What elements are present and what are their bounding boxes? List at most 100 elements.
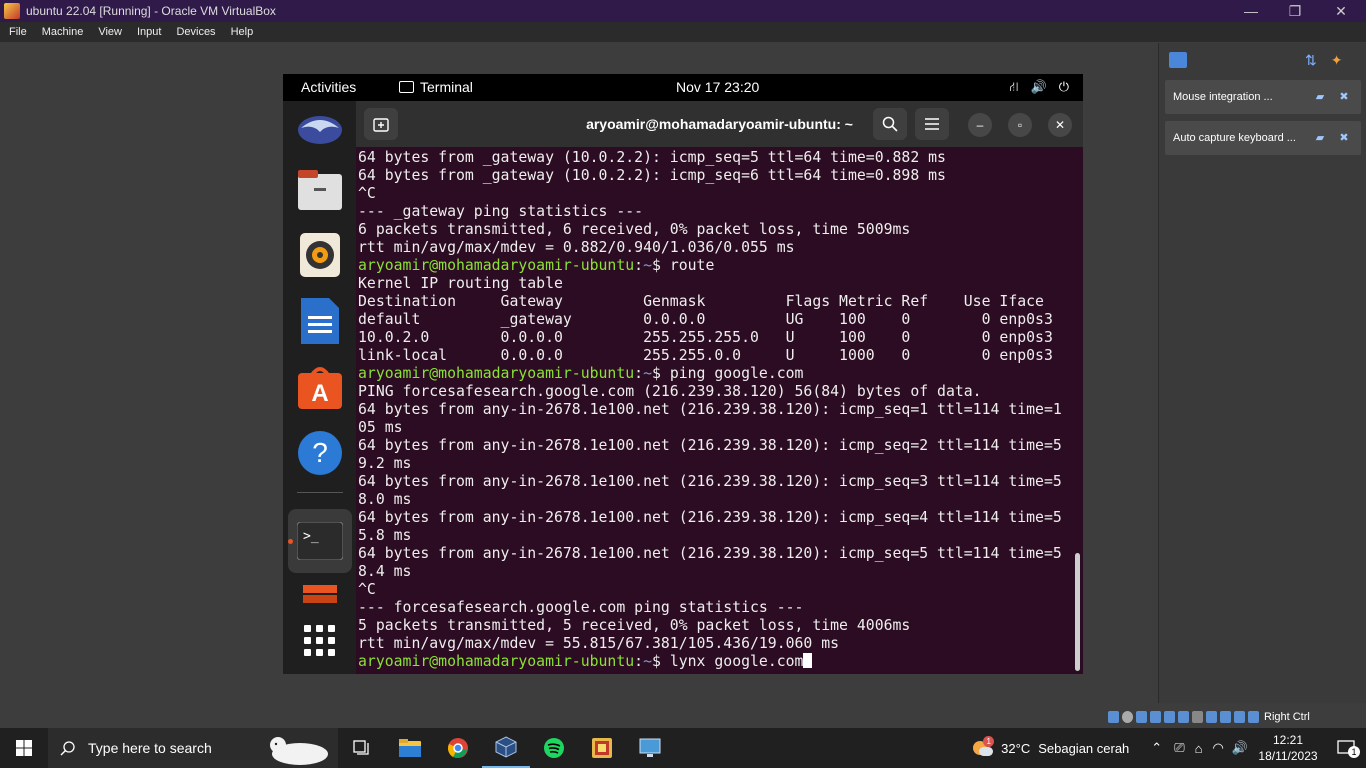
prompt-dir: ~ bbox=[643, 257, 653, 274]
shared-folders-icon[interactable] bbox=[1178, 711, 1189, 723]
usb-icon[interactable] bbox=[1164, 711, 1175, 723]
keyboard-icon[interactable] bbox=[1248, 711, 1259, 723]
close-icon[interactable]: ✖ bbox=[1337, 90, 1351, 103]
terminal-headerbar: aryoamir@mohamadaryoamir-ubuntu: ~ – ▫ ✕ bbox=[356, 101, 1083, 147]
display-icon[interactable] bbox=[1192, 711, 1203, 723]
app-menu[interactable]: Terminal bbox=[399, 79, 473, 95]
help-icon[interactable]: ? bbox=[296, 429, 344, 477]
hard-disk-icon[interactable] bbox=[1108, 711, 1119, 723]
chrome-button[interactable] bbox=[434, 728, 482, 768]
vm-screen[interactable]: Activities Terminal Nov 17 23:20 ⛙ 🔊 ⏻ A bbox=[283, 74, 1083, 674]
terminal-output[interactable]: 64 bytes from _gateway (10.0.2.2): icmp_… bbox=[358, 149, 1070, 674]
keep-icon[interactable]: ▰ bbox=[1313, 131, 1327, 144]
menu-input[interactable]: Input bbox=[131, 26, 167, 38]
command-text: $ lynx google.com bbox=[652, 653, 804, 670]
search-icon bbox=[882, 116, 898, 132]
search-button[interactable] bbox=[873, 108, 907, 140]
weather-badge: 1 bbox=[983, 736, 995, 747]
notifications-button[interactable]: 1 bbox=[1326, 740, 1366, 758]
terminal-icon bbox=[399, 81, 414, 93]
notifications-icon[interactable] bbox=[1169, 52, 1187, 68]
virtualbox-button[interactable] bbox=[482, 728, 530, 768]
network-icon: ⛙ bbox=[1009, 79, 1019, 94]
clock[interactable]: Nov 17 23:20 bbox=[676, 79, 759, 95]
optical-drive-icon[interactable] bbox=[1122, 711, 1133, 723]
minimize-button[interactable]: — bbox=[1228, 0, 1274, 22]
polar-bear-icon bbox=[270, 737, 328, 765]
system-tray[interactable]: ⛙ 🔊 ⏻ bbox=[1009, 79, 1069, 97]
weather-widget[interactable]: 1 32°C Sebagian cerah bbox=[971, 736, 1129, 758]
taskbar-search[interactable]: Type here to search bbox=[48, 728, 338, 768]
notification-mouse-integration[interactable]: Mouse integration ... ▰ ✖ bbox=[1165, 80, 1361, 114]
sort-icon[interactable]: ⇅ bbox=[1305, 52, 1317, 69]
chevron-up-icon[interactable]: ⌃ bbox=[1151, 740, 1162, 756]
notification-center: ⇅ ✦ Mouse integration ... ▰ ✖ Auto captu… bbox=[1158, 43, 1366, 703]
cpu-icon[interactable] bbox=[1220, 711, 1231, 723]
terminal-line: --- _gateway ping statistics --- bbox=[358, 203, 644, 220]
app-center-icon[interactable]: A bbox=[296, 363, 344, 411]
weather-icon: 1 bbox=[971, 736, 995, 758]
wifi-icon[interactable]: ◠ bbox=[1212, 740, 1223, 756]
window-title: ubuntu 22.04 [Running] - Oracle VM Virtu… bbox=[26, 4, 276, 18]
recording-icon[interactable] bbox=[1206, 711, 1217, 723]
notification-keyboard-capture[interactable]: Auto capture keyboard ... ▰ ✖ bbox=[1165, 121, 1361, 155]
terminal-minimize-button[interactable]: – bbox=[968, 113, 992, 137]
volume-icon[interactable]: 🔊 bbox=[1232, 740, 1248, 756]
notification-label: Auto capture keyboard ... bbox=[1173, 132, 1296, 144]
network-icon[interactable]: ⌂ bbox=[1195, 741, 1203, 756]
prompt-colon: : bbox=[634, 365, 644, 382]
network-icon[interactable] bbox=[1150, 711, 1161, 723]
virtualbox-manager-button[interactable] bbox=[578, 728, 626, 768]
virtualbox-menubar: File Machine View Input Devices Help bbox=[0, 22, 1366, 42]
task-view-icon bbox=[353, 740, 369, 755]
file-explorer-button[interactable] bbox=[386, 728, 434, 768]
audio-icon[interactable] bbox=[1136, 711, 1147, 723]
thunderbird-icon[interactable] bbox=[296, 105, 344, 153]
dock: A ? >_ bbox=[283, 101, 356, 674]
host-key-label: Right Ctrl bbox=[1264, 711, 1310, 723]
mouse-icon[interactable] bbox=[1234, 711, 1245, 723]
terminal-line: 9.2 ms bbox=[358, 455, 412, 472]
terminal-line: rtt min/avg/max/mdev = 55.815/67.381/105… bbox=[358, 635, 840, 652]
files-icon[interactable] bbox=[296, 166, 344, 214]
meet-now-icon[interactable]: ⎚ bbox=[1174, 740, 1184, 756]
terminal-maximize-button[interactable]: ▫ bbox=[1008, 113, 1032, 137]
terminal-line: default _gateway 0.0.0.0 UG 100 0 0 enp0… bbox=[358, 311, 1053, 328]
terminal-window[interactable]: aryoamir@mohamadaryoamir-ubuntu: ~ – ▫ ✕… bbox=[356, 101, 1083, 674]
terminal-line: 64 bytes from any-in-2678.1e100.net (216… bbox=[358, 545, 1062, 562]
dock-separator bbox=[297, 492, 343, 493]
terminal-scrollbar[interactable] bbox=[1075, 553, 1080, 671]
command-text: $ ping google.com bbox=[652, 365, 804, 382]
hamburger-icon bbox=[925, 118, 939, 130]
show-apps-icon[interactable] bbox=[296, 617, 344, 665]
prompt-user: aryoamir@mohamadaryoamir-ubuntu bbox=[358, 365, 635, 382]
menu-help[interactable]: Help bbox=[225, 26, 260, 38]
close-button[interactable]: ✕ bbox=[1318, 0, 1364, 22]
terminal-line: 64 bytes from any-in-2678.1e100.net (216… bbox=[358, 473, 1062, 490]
restore-button[interactable]: ❐ bbox=[1272, 0, 1318, 22]
start-button[interactable] bbox=[0, 728, 48, 768]
taskbar-clock[interactable]: 12:21 18/11/2023 bbox=[1250, 732, 1326, 764]
spotify-button[interactable] bbox=[530, 728, 578, 768]
libreoffice-writer-icon[interactable] bbox=[296, 297, 344, 345]
terminal-icon[interactable]: >_ bbox=[288, 509, 352, 573]
terminal-close-button[interactable]: ✕ bbox=[1048, 113, 1072, 137]
rhythmbox-icon[interactable] bbox=[296, 231, 344, 279]
app-name: Terminal bbox=[420, 79, 473, 95]
drive-icon[interactable] bbox=[296, 581, 344, 611]
notification-count: 1 bbox=[1348, 746, 1360, 758]
folder-icon bbox=[399, 739, 421, 757]
menu-machine[interactable]: Machine bbox=[36, 26, 90, 38]
terminal-line: PING forcesafesearch.google.com (216.239… bbox=[358, 383, 982, 400]
menu-file[interactable]: File bbox=[3, 26, 33, 38]
close-icon[interactable]: ✖ bbox=[1337, 131, 1351, 144]
task-view-button[interactable] bbox=[338, 728, 386, 768]
clear-all-icon[interactable]: ✦ bbox=[1331, 52, 1343, 69]
menu-view[interactable]: View bbox=[92, 26, 128, 38]
activities-button[interactable]: Activities bbox=[301, 79, 356, 95]
command-text: $ route bbox=[652, 257, 715, 274]
menu-button[interactable] bbox=[915, 108, 949, 140]
menu-devices[interactable]: Devices bbox=[170, 26, 221, 38]
keep-icon[interactable]: ▰ bbox=[1313, 90, 1327, 103]
remote-desktop-button[interactable] bbox=[626, 728, 674, 768]
